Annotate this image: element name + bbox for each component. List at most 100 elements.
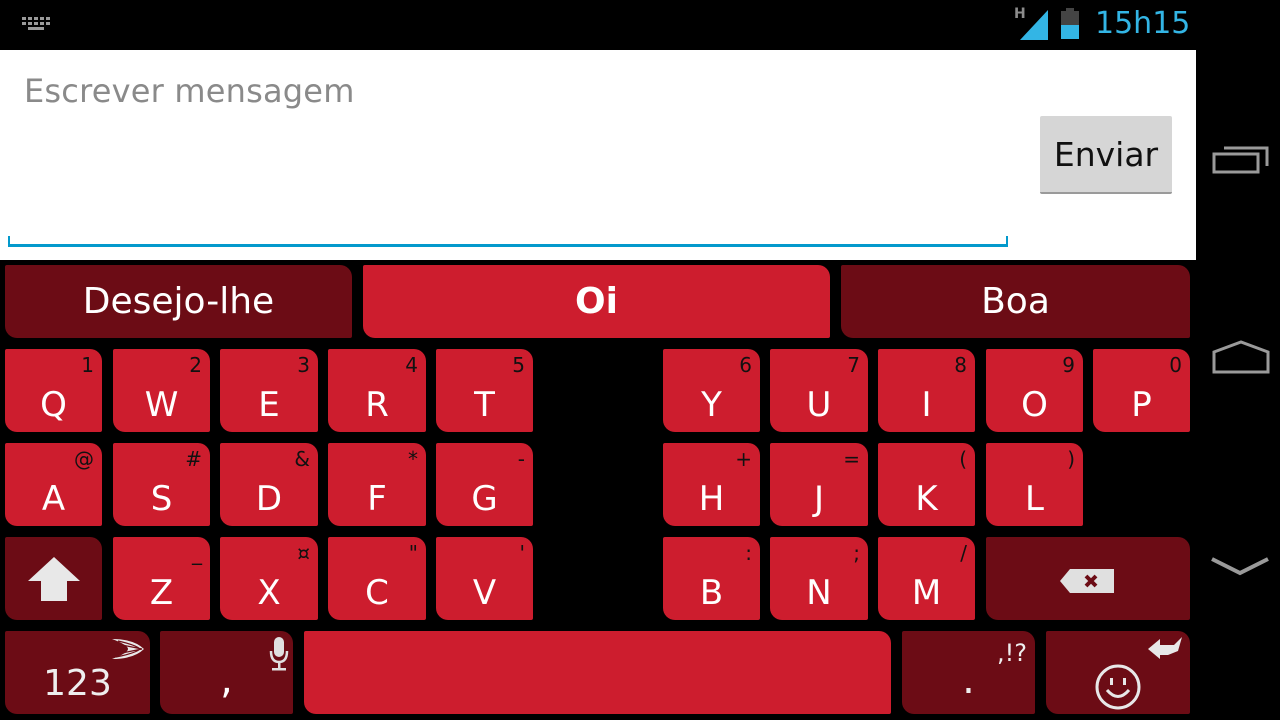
- smiley-icon: [1095, 664, 1141, 710]
- key-alt-label: #: [185, 447, 202, 471]
- input-underline-left: [8, 236, 10, 246]
- keyboard-icon: [22, 17, 50, 30]
- back-icon[interactable]: [1210, 555, 1270, 579]
- key-alt-label: ": [408, 541, 418, 565]
- key-label: T: [474, 385, 495, 425]
- status-bar: H 15h15: [0, 0, 1196, 50]
- key-alt-label: @: [74, 447, 94, 471]
- compose-area: Escrever mensagem Enviar: [0, 50, 1196, 260]
- enter-arrow-icon: [1148, 637, 1182, 659]
- key-label: B: [699, 573, 724, 613]
- key-x[interactable]: ¤ X: [220, 537, 318, 620]
- key-alt-label: :: [745, 541, 752, 565]
- key-i[interactable]: 8I: [878, 349, 975, 432]
- key-z[interactable]: _ Z: [113, 537, 210, 620]
- key-o[interactable]: 9O: [986, 349, 1083, 432]
- suggestion-3[interactable]: Boa: [841, 265, 1190, 338]
- key-label: L: [1025, 479, 1044, 519]
- key-a[interactable]: @ A: [5, 443, 102, 526]
- home-icon[interactable]: [1212, 340, 1270, 376]
- key-label: W: [144, 385, 179, 425]
- backspace-icon: [1060, 569, 1114, 593]
- key-alt-label: 7: [847, 353, 860, 377]
- key-alt-label: ): [1067, 447, 1075, 471]
- key-label: R: [365, 385, 389, 425]
- key-q[interactable]: 1Q: [5, 349, 102, 432]
- key-p[interactable]: 0P: [1093, 349, 1190, 432]
- key-w[interactable]: 2W: [113, 349, 210, 432]
- input-underline: [8, 244, 1008, 247]
- comma-key[interactable]: ,: [160, 631, 293, 714]
- key-g[interactable]: -G: [436, 443, 533, 526]
- key-alt-label: =: [843, 447, 860, 471]
- key-j[interactable]: = J: [770, 443, 868, 526]
- backspace-key[interactable]: [986, 537, 1190, 620]
- key-d[interactable]: & D: [220, 443, 318, 526]
- key-alt-label: ;: [853, 541, 860, 565]
- shift-key[interactable]: [5, 537, 102, 620]
- key-alt-label: +: [735, 447, 752, 471]
- key-label: M: [911, 573, 942, 613]
- key-c[interactable]: " C: [328, 537, 426, 620]
- key-label: U: [806, 385, 832, 425]
- key-label: Z: [149, 573, 174, 613]
- period-key[interactable]: . ,!?: [902, 631, 1035, 714]
- key-alt-label: (: [959, 447, 967, 471]
- key-v[interactable]: ' V: [436, 537, 533, 620]
- key-alt-label: &: [294, 447, 310, 471]
- key-u[interactable]: 7U: [770, 349, 868, 432]
- key-alt-label: 1: [81, 353, 94, 377]
- swiftkey-logo-icon: [112, 639, 144, 659]
- key-r[interactable]: 4R: [328, 349, 426, 432]
- key-label: H: [698, 479, 725, 519]
- numbers-key-label: 123: [43, 663, 112, 704]
- key-label: F: [367, 479, 387, 519]
- suggestion-2-selected[interactable]: Oi: [363, 265, 830, 338]
- key-h[interactable]: + H: [663, 443, 760, 526]
- key-label: C: [365, 573, 389, 613]
- navigation-bar: [1196, 0, 1280, 720]
- key-k[interactable]: (K: [878, 443, 975, 526]
- suggestion-1[interactable]: Desejo-lhe: [5, 265, 352, 338]
- key-label: Q: [40, 385, 67, 425]
- numbers-key[interactable]: 123: [5, 631, 150, 714]
- shift-arrow-icon: [28, 557, 80, 601]
- send-button[interactable]: Enviar: [1040, 116, 1172, 194]
- battery-icon: [1061, 8, 1079, 39]
- key-m[interactable]: / M: [878, 537, 975, 620]
- key-alt-label: 3: [297, 353, 310, 377]
- key-n[interactable]: ; N: [770, 537, 868, 620]
- key-alt-label: 0: [1169, 353, 1182, 377]
- key-label: X: [257, 573, 281, 613]
- key-alt-label: ': [519, 541, 526, 565]
- key-alt-label: 8: [954, 353, 967, 377]
- key-b[interactable]: :B: [663, 537, 760, 620]
- clock: 15h15: [1095, 6, 1191, 41]
- microphone-icon: [269, 637, 289, 671]
- key-label: O: [1021, 385, 1048, 425]
- key-label: E: [258, 385, 280, 425]
- key-label: G: [471, 479, 498, 519]
- key-f[interactable]: * F: [328, 443, 426, 526]
- key-t[interactable]: 5T: [436, 349, 533, 432]
- key-label: S: [150, 479, 173, 519]
- key-alt-label: 6: [739, 353, 752, 377]
- key-alt-label: 2: [189, 353, 202, 377]
- key-label: I: [921, 385, 932, 425]
- key-label: P: [1131, 385, 1152, 425]
- key-label: V: [472, 573, 497, 613]
- key-y[interactable]: 6Y: [663, 349, 760, 432]
- key-label: Y: [701, 385, 722, 425]
- message-input[interactable]: Escrever mensagem: [24, 72, 355, 110]
- key-l[interactable]: ) L: [986, 443, 1083, 526]
- signal-icon: [1020, 10, 1048, 40]
- key-s[interactable]: # S: [113, 443, 210, 526]
- recents-icon[interactable]: [1212, 142, 1270, 176]
- key-alt-label: 4: [405, 353, 418, 377]
- key-alt-label: -: [517, 447, 525, 471]
- key-alt-label: *: [408, 447, 418, 471]
- space-key[interactable]: [304, 631, 891, 714]
- key-alt-label: 5: [512, 353, 525, 377]
- emoji-enter-key[interactable]: [1046, 631, 1190, 714]
- key-e[interactable]: 3E: [220, 349, 318, 432]
